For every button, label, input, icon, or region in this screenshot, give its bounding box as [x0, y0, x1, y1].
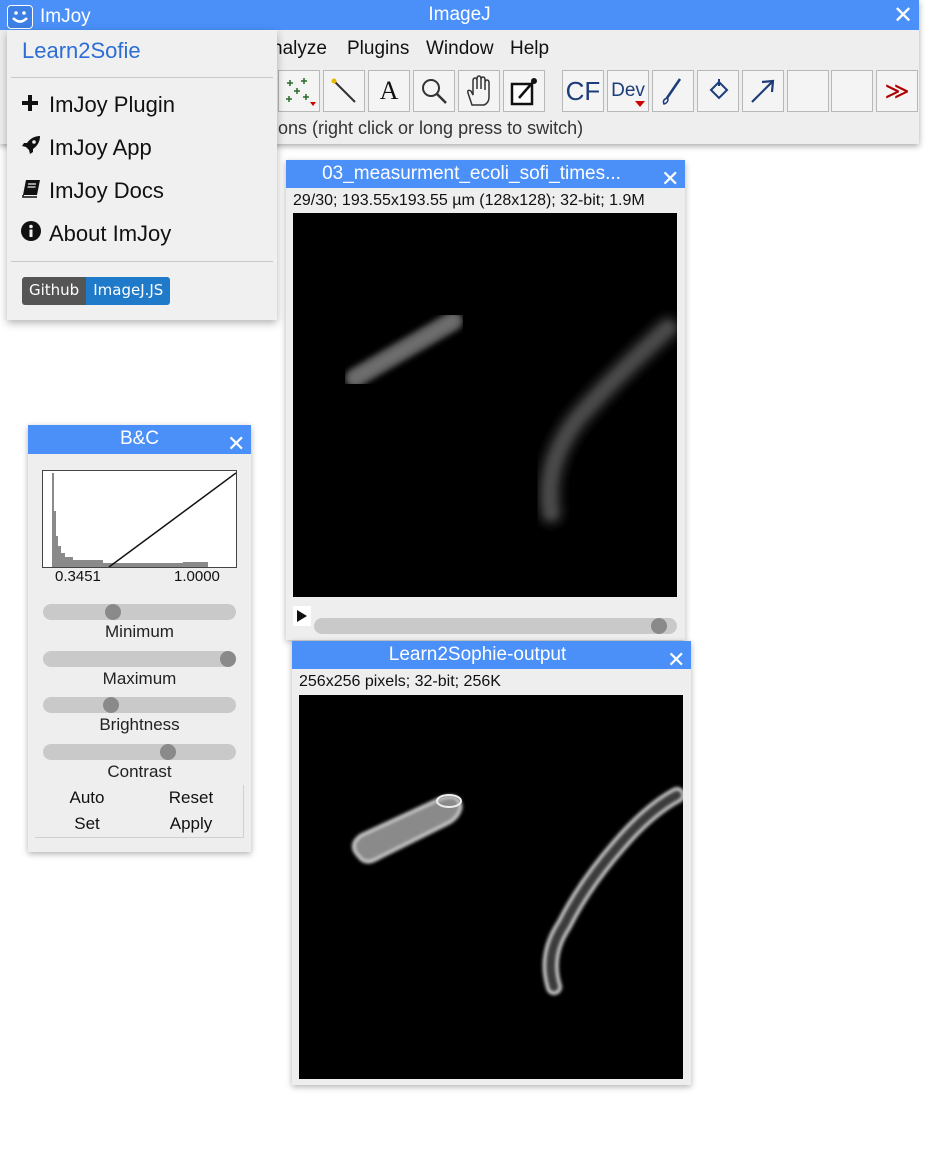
- imjoy-app-label: ImJoy App: [49, 135, 152, 160]
- contrast-label: Contrast: [107, 762, 172, 781]
- menu-analyze[interactable]: nalyze: [272, 38, 327, 60]
- maximum-slider[interactable]: [43, 651, 236, 667]
- hand-icon[interactable]: [458, 70, 500, 112]
- badge-github-label: Github: [22, 277, 87, 305]
- histogram: [42, 470, 237, 568]
- image-window-titlebar[interactable]: Learn2Sophie-output ✕: [292, 641, 691, 671]
- badge-imagejjs-label: ImageJ.JS: [86, 277, 171, 305]
- play-button[interactable]: [293, 606, 311, 626]
- brightness-slider-knob[interactable]: [103, 697, 120, 713]
- rocket-icon: [21, 135, 43, 161]
- menu-window[interactable]: Window: [426, 38, 494, 60]
- play-icon: [297, 610, 307, 622]
- stack-slider-knob[interactable]: [650, 618, 667, 634]
- bc-titlebar[interactable]: B&C ✕: [28, 425, 251, 455]
- brightness-contrast-window: B&C ✕ 0.3451 1.0000 Minimum Maximum Brig…: [28, 425, 251, 852]
- image-info: 256x256 pixels; 32-bit; 256K: [299, 673, 501, 690]
- maximum-slider-knob[interactable]: [220, 651, 236, 667]
- plus-icon: [21, 92, 43, 118]
- image-canvas[interactable]: [299, 695, 683, 1079]
- about-imjoy-label: About ImJoy: [49, 221, 172, 246]
- imagej-title: ImageJ: [428, 4, 491, 25]
- image-window-title: 03_measurment_ecoli_sofi_times...: [322, 163, 621, 184]
- magnifier-icon[interactable]: [413, 70, 455, 112]
- color-picker-icon[interactable]: [503, 70, 545, 112]
- stack-slider[interactable]: [314, 618, 677, 634]
- imjoy-app-item[interactable]: ImJoy App: [21, 135, 152, 161]
- contrast-slider-knob[interactable]: [159, 744, 176, 760]
- cf-label: CF: [565, 75, 601, 106]
- empty-tool-slot[interactable]: [831, 70, 873, 112]
- maximum-label: Maximum: [102, 669, 177, 688]
- imjoy-plugin-item[interactable]: ImJoy Plugin: [21, 92, 175, 118]
- status-text: ons (right click or long press to switch…: [278, 118, 584, 138]
- about-imjoy-item[interactable]: About ImJoy: [21, 221, 171, 247]
- menu-help[interactable]: Help: [510, 38, 549, 60]
- github-badge[interactable]: Github ImageJ.JS: [22, 277, 171, 305]
- cf-icon[interactable]: CF: [562, 70, 604, 112]
- auto-button[interactable]: Auto: [35, 785, 140, 812]
- image-canvas[interactable]: [293, 213, 677, 597]
- close-icon[interactable]: ✕: [667, 649, 685, 671]
- image-window-title: Learn2Sophie-output: [388, 644, 567, 665]
- imjoy-dropdown-menu: Learn2Sofie ImJoy Plugin ImJoy App ImJoy…: [7, 30, 277, 320]
- hist-max-value: 1.0000: [174, 568, 220, 585]
- close-icon[interactable]: ✕: [661, 168, 679, 190]
- contrast-slider[interactable]: [43, 744, 236, 760]
- imagej-titlebar[interactable]: ImJoy ImageJ ✕: [0, 0, 919, 30]
- image-window-sofi: 03_measurment_ecoli_sofi_times... ✕ 29/3…: [286, 160, 685, 640]
- text-tool-label: A: [379, 76, 399, 105]
- image-window-output: Learn2Sophie-output ✕ 256x256 pixels; 32…: [292, 641, 691, 1085]
- hist-min-value: 0.3451: [55, 568, 101, 585]
- brightness-slider[interactable]: [43, 697, 236, 713]
- text-tool-icon[interactable]: A: [368, 70, 410, 112]
- selection-brush-icon[interactable]: [278, 70, 320, 112]
- toolbar: A CF Dev ≫: [278, 68, 918, 114]
- divider: [11, 261, 273, 262]
- close-icon[interactable]: ✕: [227, 433, 245, 455]
- image-info: 29/30; 193.55x193.55 µm (128x128); 32-bi…: [293, 192, 645, 209]
- flood-fill-icon[interactable]: [697, 70, 739, 112]
- imjoy-docs-item[interactable]: ImJoy Docs: [21, 178, 164, 204]
- imjoy-docs-label: ImJoy Docs: [49, 178, 164, 203]
- paintbrush-icon[interactable]: [652, 70, 694, 112]
- empty-tool-slot[interactable]: [787, 70, 829, 112]
- arrow-tool-icon[interactable]: [742, 70, 784, 112]
- more-tools-label: ≫: [884, 77, 910, 105]
- more-tools-icon[interactable]: ≫: [876, 70, 918, 112]
- apply-button[interactable]: Apply: [139, 811, 244, 838]
- brightness-label: Brightness: [99, 715, 180, 734]
- minimum-slider[interactable]: [43, 604, 236, 620]
- info-icon: [21, 221, 43, 247]
- image-window-titlebar[interactable]: 03_measurment_ecoli_sofi_times... ✕: [286, 160, 685, 190]
- menu-header[interactable]: Learn2Sofie: [22, 38, 141, 64]
- menu-plugins[interactable]: Plugins: [347, 38, 409, 60]
- dev-icon[interactable]: Dev: [607, 70, 649, 112]
- imjoy-plugin-label: ImJoy Plugin: [49, 92, 175, 117]
- minimum-label: Minimum: [105, 622, 174, 641]
- divider: [11, 77, 273, 78]
- book-icon: [21, 178, 43, 204]
- minimum-slider-knob[interactable]: [104, 604, 121, 620]
- close-icon[interactable]: ✕: [893, 4, 913, 28]
- bc-title: B&C: [119, 428, 160, 449]
- wand-icon[interactable]: [323, 70, 365, 112]
- dev-label: Dev: [611, 80, 645, 101]
- reset-button[interactable]: Reset: [139, 785, 244, 812]
- set-button[interactable]: Set: [35, 811, 140, 838]
